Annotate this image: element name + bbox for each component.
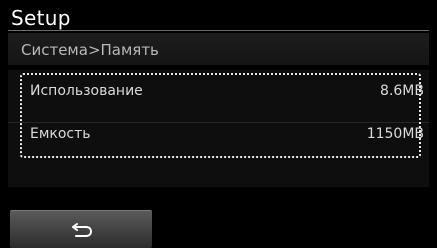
breadcrumb: Система>Память (21, 41, 159, 59)
title-divider (8, 30, 429, 31)
usage-value: 8.6MB (380, 83, 424, 99)
back-button[interactable] (10, 210, 152, 248)
page-title: Setup (11, 6, 71, 30)
return-arrow-icon (72, 223, 93, 237)
capacity-label: Емкость (30, 126, 91, 142)
usage-label: Использование (30, 83, 143, 99)
capacity-value: 1150MB (366, 126, 424, 142)
setup-screen: Setup Система>Память Использование 8.6MB… (0, 0, 437, 248)
